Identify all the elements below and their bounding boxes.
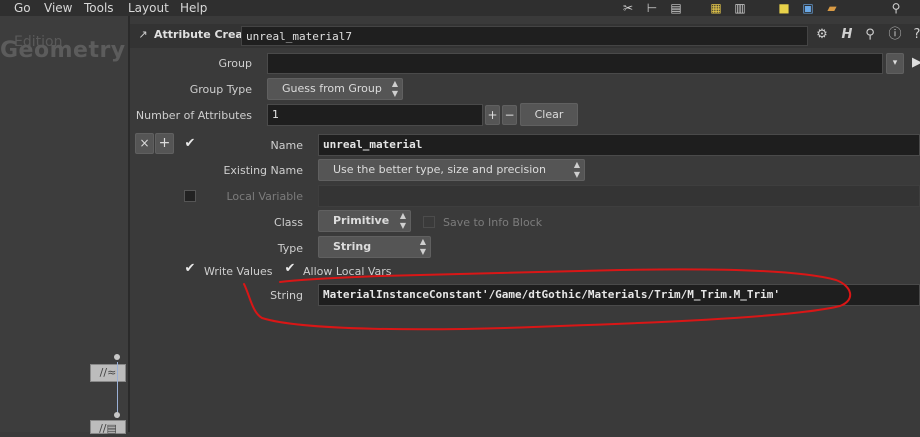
annotation-stroke bbox=[243, 268, 851, 331]
red-annotation-circle bbox=[243, 268, 851, 331]
